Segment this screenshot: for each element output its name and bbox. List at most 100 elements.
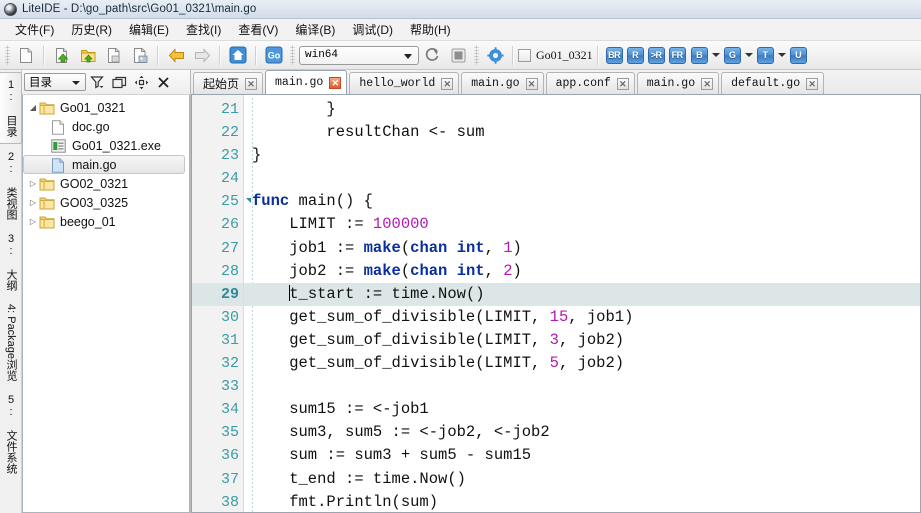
executable-icon [51, 138, 67, 153]
tab-close-icon[interactable]: ✕ [245, 77, 258, 90]
build-button[interactable]: B [690, 46, 708, 64]
folder-icon [39, 196, 55, 210]
collapsed-triangle-icon[interactable]: ▷ [27, 198, 39, 207]
tree-row-doc-go[interactable]: doc.go [23, 117, 189, 136]
save-file-button[interactable] [102, 43, 126, 67]
toolbar-grip[interactable] [5, 45, 10, 65]
code-line: resultChan <- sum [252, 123, 485, 142]
toolbar-grip-3[interactable] [474, 45, 479, 65]
tree-row-go01-0321-exe[interactable]: Go01_0321.exe [23, 136, 189, 155]
save-all-button[interactable] [128, 43, 152, 67]
menu-file[interactable]: 文件(F) [7, 19, 63, 40]
sync-editor-button[interactable] [108, 71, 130, 93]
tab-main-go-1[interactable]: main.go ✕ [265, 70, 348, 94]
tab-hello-world[interactable]: hello_world ✕ [349, 72, 460, 94]
test-button[interactable]: T [756, 46, 774, 64]
main-toolbar: Go win64 Go01_0321 BR R >R FR B G T U [0, 41, 921, 70]
install-button[interactable]: U [789, 46, 807, 64]
directory-view-value: 目录 [29, 77, 52, 89]
menu-history[interactable]: 历史(R) [63, 19, 121, 40]
run-args-button[interactable]: >R [647, 46, 665, 64]
tab-main-go-2[interactable]: main.go ✕ [461, 72, 544, 94]
build-env-combo[interactable]: win64 [299, 45, 419, 65]
tree-label: GO03_0325 [60, 195, 129, 210]
get-dropdown-arrow-icon[interactable] [744, 53, 753, 57]
get-button[interactable]: G [723, 46, 741, 64]
collapsed-triangle-icon[interactable]: ▷ [27, 217, 39, 226]
menu-view[interactable]: 查看(V) [230, 19, 287, 40]
tab-app-conf[interactable]: app.conf ✕ [545, 72, 635, 94]
tab-close-icon[interactable]: ✕ [701, 77, 714, 90]
directory-view-combo[interactable]: 目录 [24, 73, 86, 91]
tree-row-go03-0325[interactable]: ▷ GO03_0325 [23, 193, 189, 212]
navigate-back-button[interactable] [164, 43, 188, 67]
run-button[interactable]: R [626, 46, 644, 64]
tree-row-beego-01[interactable]: ▷ beego_01 [23, 212, 189, 231]
reload-env-button[interactable] [420, 43, 444, 67]
menu-help[interactable]: 帮助(H) [402, 19, 460, 40]
menu-build[interactable]: 编译(B) [287, 19, 344, 40]
toolbar-grip-2[interactable] [290, 45, 295, 65]
navigate-forward-button[interactable] [190, 43, 214, 67]
line-number: 35 [220, 424, 239, 442]
code-editor[interactable]: 2122232425262728293031323334353637383940… [191, 95, 921, 513]
tab-close-icon[interactable]: ✕ [806, 77, 819, 90]
code-line: } [252, 146, 262, 165]
new-file-button[interactable] [14, 43, 38, 67]
tree-row-go02-0321[interactable]: ▷ GO02_0321 [23, 174, 189, 193]
build-config-gear-button[interactable] [483, 43, 507, 67]
project-checkbox[interactable] [518, 48, 531, 62]
build-dropdown-arrow-icon[interactable] [711, 53, 720, 57]
main-body: 1: 目录 2: 类视图 3: 大纲 4: Package浏览 5: 文件系统 … [0, 70, 921, 513]
toolbar-separator-3 [219, 45, 221, 65]
code-text-area[interactable]: } resultChan <- sum} func main() { LIMIT… [244, 95, 920, 512]
tree-label: Go01_0321.exe [72, 138, 161, 153]
open-folder-button[interactable] [76, 43, 100, 67]
folder-icon [39, 177, 55, 191]
collapsed-triangle-icon[interactable]: ▷ [27, 179, 39, 188]
tree-row-go01-0321[interactable]: ◢ Go01_0321 [23, 98, 189, 117]
tree-row-main-go[interactable]: main.go [23, 155, 185, 174]
text-cursor [289, 284, 291, 301]
tab-close-icon[interactable]: ✕ [616, 77, 629, 90]
vtab-file-system[interactable]: 5: 文件系统 [0, 388, 21, 480]
expanded-triangle-icon[interactable]: ◢ [27, 103, 39, 112]
toolbar-separator-4 [255, 45, 257, 65]
file-run-button[interactable]: FR [668, 46, 686, 64]
line-number: 33 [220, 378, 239, 396]
tab-main-go-3[interactable]: main.go ✕ [636, 72, 720, 94]
file-icon [51, 119, 67, 135]
directory-tree[interactable]: ◢ Go01_0321 doc.go Go01_0321.exe main.go… [22, 95, 190, 513]
window-title: LiteIDE - D:\go_path\src\Go01_0321\main.… [22, 3, 257, 15]
home-button[interactable] [226, 43, 250, 67]
menu-debug[interactable]: 调试(D) [344, 19, 402, 40]
tab-close-icon[interactable]: ✕ [329, 76, 342, 89]
tab-close-icon[interactable]: ✕ [441, 77, 454, 90]
tab-default-go[interactable]: default.go ✕ [721, 72, 825, 94]
line-number: 21 [220, 101, 239, 118]
menu-find[interactable]: 查找(I) [178, 19, 230, 40]
tab-start-page[interactable]: 起始页 ✕ [193, 72, 264, 94]
vtab-class-view[interactable]: 2: 类视图 [0, 145, 21, 226]
close-panel-button[interactable] [152, 71, 174, 93]
vtab-outline[interactable]: 3: 大纲 [0, 227, 21, 297]
build-run-button[interactable]: BR [605, 46, 623, 64]
open-file-button[interactable] [50, 43, 74, 67]
svg-text:Go: Go [268, 51, 281, 61]
tab-label: main.go [646, 77, 696, 90]
liteide-logo-icon [4, 2, 17, 16]
locate-button[interactable] [130, 71, 152, 93]
tree-label: main.go [72, 157, 117, 172]
test-dropdown-arrow-icon[interactable] [777, 53, 786, 57]
vtab-package-browser[interactable]: 4: Package浏览 [0, 298, 21, 387]
golang-button[interactable]: Go [262, 43, 286, 67]
filter-button[interactable] [86, 71, 108, 93]
code-line: t_start := time.Now() [244, 282, 920, 306]
tree-label: doc.go [72, 119, 110, 134]
menu-edit[interactable]: 编辑(E) [121, 19, 178, 40]
stop-build-button[interactable] [446, 43, 470, 67]
vtab-directory[interactable]: 1: 目录 [0, 72, 22, 144]
editor-tab-bar: 起始页 ✕ main.go ✕ hello_world ✕ main.go ✕ … [191, 70, 921, 95]
tab-close-icon[interactable]: ✕ [525, 77, 538, 90]
